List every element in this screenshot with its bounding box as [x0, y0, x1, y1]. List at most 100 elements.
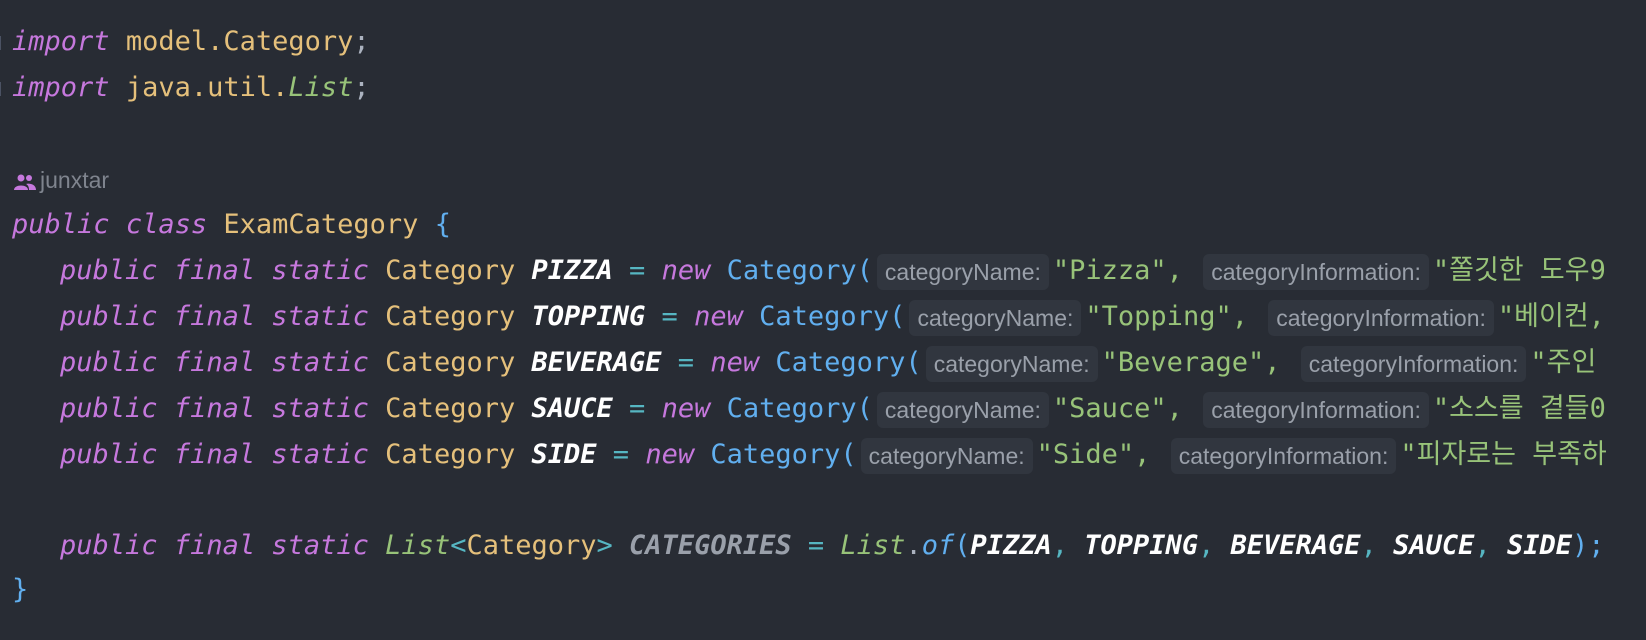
keyword: new [694, 301, 743, 332]
keyword: class [125, 209, 208, 240]
param-hint-name: categoryName: [876, 391, 1049, 428]
keyword: static [271, 393, 369, 424]
string-literal: "쫄깃한 도우9 [1432, 255, 1606, 286]
param-hint-name: categoryName: [925, 345, 1098, 382]
import-line-2: import java.util.List; [12, 64, 370, 112]
brace: { [434, 209, 451, 240]
keyword: final [173, 439, 256, 470]
keyword: new [710, 347, 760, 378]
categories-line: public final static List<Category> CATEG… [60, 522, 1605, 570]
constructor-call: Category( [726, 393, 873, 424]
keyword: static [271, 530, 369, 561]
field-line: public final static Category BEVERAGE = … [60, 339, 1596, 387]
angle-bracket: > [596, 530, 613, 561]
param-hint-info: categoryInformation: [1203, 391, 1429, 428]
keyword: new [645, 439, 695, 470]
keyword: import [12, 26, 110, 57]
keyword: public [60, 255, 158, 286]
paren: ); [1571, 530, 1605, 561]
brace: } [12, 574, 29, 605]
author-inlay[interactable]: junxtar [14, 162, 109, 198]
keyword: public [60, 301, 158, 332]
string-literal: "베이컨, [1497, 301, 1605, 332]
type-name: List [840, 530, 906, 561]
keyword: static [271, 255, 369, 286]
param-hint-info: categoryInformation: [1300, 345, 1527, 382]
operator: = [629, 393, 646, 424]
code-editor[interactable]: import model.Category; import java.util.… [0, 0, 1646, 640]
semicolon: ; [353, 72, 370, 103]
keyword: final [173, 530, 256, 561]
constructor-call: Category( [726, 255, 873, 286]
dot: . [905, 530, 922, 561]
constant-name: CATEGORIES [629, 530, 792, 561]
keyword: public [60, 393, 158, 424]
class-name: ExamCategory [223, 209, 419, 240]
constant-name: SAUCE [531, 393, 613, 424]
argument-constant: SAUCE [1393, 530, 1475, 561]
type-name: Category [466, 530, 597, 561]
keyword: static [271, 347, 369, 378]
constructor-call: Category( [759, 301, 906, 332]
keyword: final [173, 255, 256, 286]
string-literal: "소스를 곁들0 [1432, 393, 1606, 424]
param-hint-name: categoryName: [860, 437, 1033, 474]
string-literal: "Pizza", [1052, 255, 1183, 286]
type-name: Category [385, 439, 516, 470]
separator: , [1360, 530, 1394, 561]
operator: = [629, 255, 646, 286]
param-hint-info: categoryInformation: [1268, 299, 1494, 336]
import-line-1: import model.Category; [12, 18, 370, 66]
closing-brace-line: } [12, 566, 28, 614]
argument-constant: PIZZA [970, 530, 1052, 561]
string-literal: "Beverage", [1101, 347, 1281, 378]
separator: , [1198, 530, 1231, 561]
keyword: public [60, 347, 158, 378]
type-name: Category [385, 301, 516, 332]
import-path: model. [125, 26, 224, 57]
field-line: public final static Category SIDE = new … [60, 431, 1607, 479]
separator: , [1474, 530, 1507, 561]
field-line: public final static Category SAUCE = new… [60, 385, 1606, 433]
type-name: List [385, 530, 451, 561]
string-literal: "피자로는 부족하 [1400, 439, 1607, 470]
constructor-call: Category( [775, 347, 922, 378]
field-line: public final static Category PIZZA = new… [60, 247, 1606, 295]
class-declaration: public class ExamCategory { [12, 201, 451, 249]
keyword: final [173, 393, 256, 424]
string-literal: "주인 [1530, 347, 1597, 378]
keyword: final [173, 301, 256, 332]
keyword: public [12, 209, 110, 240]
keyword: static [271, 301, 369, 332]
constructor-call: Category( [710, 439, 857, 470]
string-literal: "Sauce", [1052, 393, 1183, 424]
constant-name: SIDE [531, 439, 597, 470]
semicolon: ; [353, 26, 370, 57]
operator: = [677, 347, 695, 378]
angle-bracket: < [450, 530, 467, 561]
import-class: List [288, 72, 354, 103]
operator: = [807, 530, 825, 561]
keyword: static [271, 439, 369, 470]
param-hint-info: categoryInformation: [1203, 253, 1429, 290]
paren: ( [954, 530, 971, 561]
constant-name: PIZZA [531, 255, 613, 286]
param-hint-name: categoryName: [876, 253, 1049, 290]
fold-marker[interactable] [0, 82, 9, 96]
import-class: Category [223, 26, 354, 57]
constant-name: TOPPING [531, 301, 646, 332]
people-icon [14, 174, 36, 190]
argument-constant: BEVERAGE [1230, 530, 1361, 561]
keyword: public [60, 530, 158, 561]
fold-marker[interactable] [0, 36, 9, 50]
param-hint-name: categoryName: [909, 299, 1082, 336]
operator: = [612, 439, 630, 470]
import-path: java.util. [125, 72, 289, 103]
type-name: Category [385, 393, 516, 424]
string-literal: "Topping", [1085, 301, 1248, 332]
constant-name: BEVERAGE [531, 347, 662, 378]
method-name: of [921, 530, 955, 561]
keyword: final [173, 347, 256, 378]
keyword: public [60, 439, 158, 470]
author-name: junxtar [40, 167, 110, 193]
